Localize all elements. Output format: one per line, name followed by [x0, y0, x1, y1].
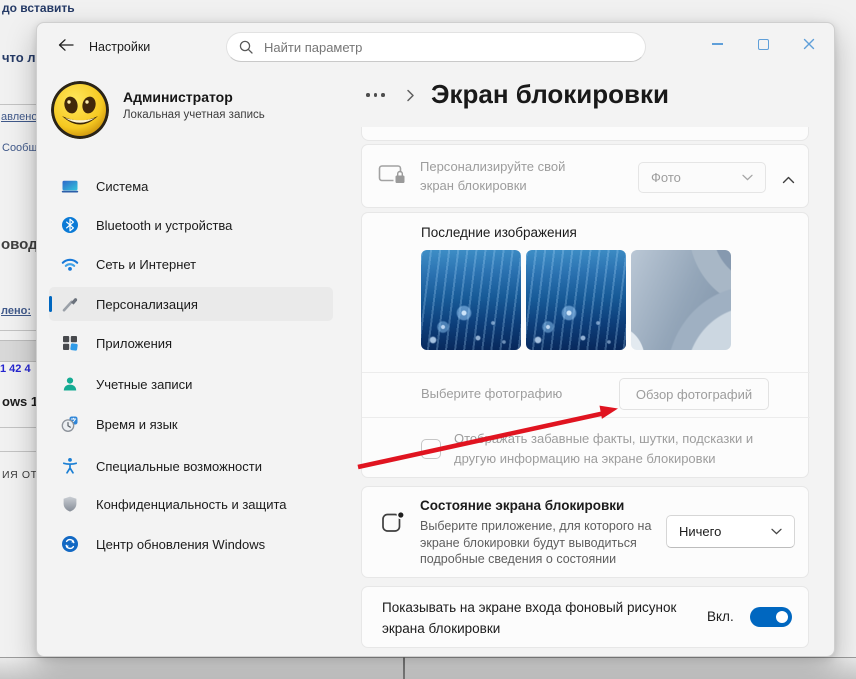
thumbnail-ocean-1[interactable]	[421, 250, 521, 350]
person-icon	[61, 375, 79, 393]
app-frame-dot-icon	[381, 510, 406, 540]
chevron-down-icon	[742, 174, 753, 181]
status-app-dropdown[interactable]: Ничего	[666, 515, 795, 548]
browse-photos-button[interactable]: Обзор фотографий	[619, 378, 769, 410]
avatar	[51, 81, 109, 139]
sidebar-item-label: Время и язык	[96, 416, 178, 432]
accessibility-person-icon	[61, 457, 79, 475]
signin-background-toggle[interactable]	[750, 607, 792, 627]
page-title: Экран блокировки	[431, 79, 669, 109]
minimize-icon	[711, 43, 723, 45]
bg-divider	[0, 104, 36, 105]
search-box[interactable]	[226, 32, 646, 62]
monitor-lock-icon	[378, 163, 408, 194]
app-title: Настройки	[89, 40, 151, 54]
sidebar-item-label: Конфиденциальность и защита	[96, 496, 287, 512]
toggle-knob	[776, 611, 788, 623]
sidebar-item-label: Персонализация	[96, 296, 198, 312]
sidebar-item-system[interactable]: Система	[49, 169, 333, 203]
wifi-icon	[61, 255, 79, 273]
bluetooth-icon	[61, 216, 79, 234]
collapse-expander[interactable]	[782, 171, 795, 189]
sidebar-item-privacy[interactable]: Конфиденциальность и защита	[49, 487, 333, 521]
bg-bottom-band	[0, 657, 856, 679]
bg-divider	[0, 451, 38, 452]
sidebar-item-label: Приложения	[96, 335, 173, 351]
sidebar-item-time-language[interactable]: Время и язык	[49, 407, 333, 441]
back-button[interactable]	[55, 35, 77, 55]
sidebar-item-label: Центр обновления Windows	[96, 536, 266, 552]
selection-accent-bar	[49, 296, 52, 312]
maximize-button[interactable]	[740, 31, 786, 57]
bg-link-fragment: лено:	[1, 305, 31, 317]
sidebar-item-personalization[interactable]: Персонализация	[49, 287, 333, 321]
signin-background-card: Показывать на экране входа фоновый рисун…	[361, 586, 809, 648]
bg-link-fragment: 1 42 4	[0, 363, 31, 375]
bg-text-fragment: овод	[1, 236, 38, 253]
window-controls	[694, 31, 832, 57]
thumbnail-bloom[interactable]	[631, 250, 731, 350]
bg-text-fragment: что л	[2, 50, 36, 65]
divider	[362, 372, 810, 373]
sidebar-item-label: Сеть и Интернет	[96, 256, 197, 272]
shield-icon	[61, 495, 79, 513]
background-type-dropdown[interactable]: Фото	[638, 162, 766, 193]
profile-account-type: Локальная учетная запись	[123, 109, 265, 121]
sidebar-item-label: Bluetooth и устройства	[96, 217, 233, 233]
profile-name: Администратор	[123, 89, 233, 105]
breadcrumb-more-button[interactable]	[366, 93, 385, 97]
sidebar-item-apps[interactable]: Приложения	[49, 326, 333, 360]
personalize-label: Персонализируйте свой экран блокировки	[420, 159, 566, 193]
sidebar-item-accounts[interactable]: Учетные записи	[49, 367, 333, 401]
paintbrush-icon	[61, 295, 79, 313]
bg-text-fragment: ows 1	[2, 394, 39, 409]
personalize-card: Персонализируйте свой экран блокировки Ф…	[361, 144, 809, 208]
chevron-down-icon	[771, 528, 782, 535]
choose-photo-label: Выберите фотографию	[421, 386, 563, 401]
sidebar-item-network[interactable]: Сеть и Интернет	[49, 247, 333, 281]
maximize-icon	[757, 38, 769, 50]
bg-gray-band	[0, 340, 36, 362]
divider	[362, 417, 810, 418]
chevron-up-icon	[782, 176, 795, 184]
bg-divider	[0, 330, 36, 331]
sidebar-item-label: Система	[96, 178, 149, 194]
clock-globe-icon	[61, 415, 79, 433]
settings-window: Настройки Админи	[36, 22, 835, 657]
gallery-card: Последние изображения Выберите фотографи…	[361, 212, 810, 478]
search-input[interactable]	[262, 38, 606, 56]
fun-facts-checkbox[interactable]	[421, 439, 441, 459]
update-arrows-icon	[61, 535, 79, 553]
recent-images-label: Последние изображения	[421, 225, 577, 240]
minimize-button[interactable]	[694, 31, 740, 57]
bg-divider	[0, 427, 38, 428]
sidebar-item-windows-update[interactable]: Центр обновления Windows	[49, 527, 333, 561]
bg-link-fragment: авлено	[1, 111, 38, 123]
bg-text-fragment: до вставить	[2, 1, 75, 15]
close-button[interactable]	[786, 31, 832, 57]
bg-vertical-line	[403, 657, 405, 679]
fun-facts-label: Отображать забавные факты, шутки, подска…	[454, 431, 754, 466]
sidebar-item-bluetooth[interactable]: Bluetooth и устройства	[49, 208, 333, 242]
previous-card-fragment	[361, 127, 809, 141]
system-icon	[61, 177, 79, 195]
signin-background-label: Показывать на экране входа фоновый рисун…	[382, 600, 677, 636]
thumbnail-ocean-2[interactable]	[526, 250, 626, 350]
status-card: Состояние экрана блокировки Выберите при…	[361, 486, 809, 578]
apps-grid-icon	[61, 334, 79, 352]
sidebar-item-label: Специальные возможности	[96, 458, 262, 474]
close-icon	[803, 38, 815, 50]
bg-text-fragment: Сообщ	[2, 142, 38, 154]
profile-info: Администратор Локальная учетная запись	[123, 87, 265, 124]
status-card-title: Состояние экрана блокировки	[420, 498, 625, 513]
arrow-left-icon	[58, 39, 74, 51]
screen: до вставить что л авлено Сообщ овод лено…	[0, 0, 856, 679]
search-icon	[239, 40, 253, 54]
sidebar-item-label: Учетные записи	[96, 376, 193, 392]
sidebar-item-accessibility[interactable]: Специальные возможности	[49, 449, 333, 483]
status-card-description: Выберите приложение, для которого на экр…	[420, 519, 652, 566]
chevron-right-icon	[406, 89, 415, 107]
toggle-state-label: Вкл.	[707, 609, 734, 624]
